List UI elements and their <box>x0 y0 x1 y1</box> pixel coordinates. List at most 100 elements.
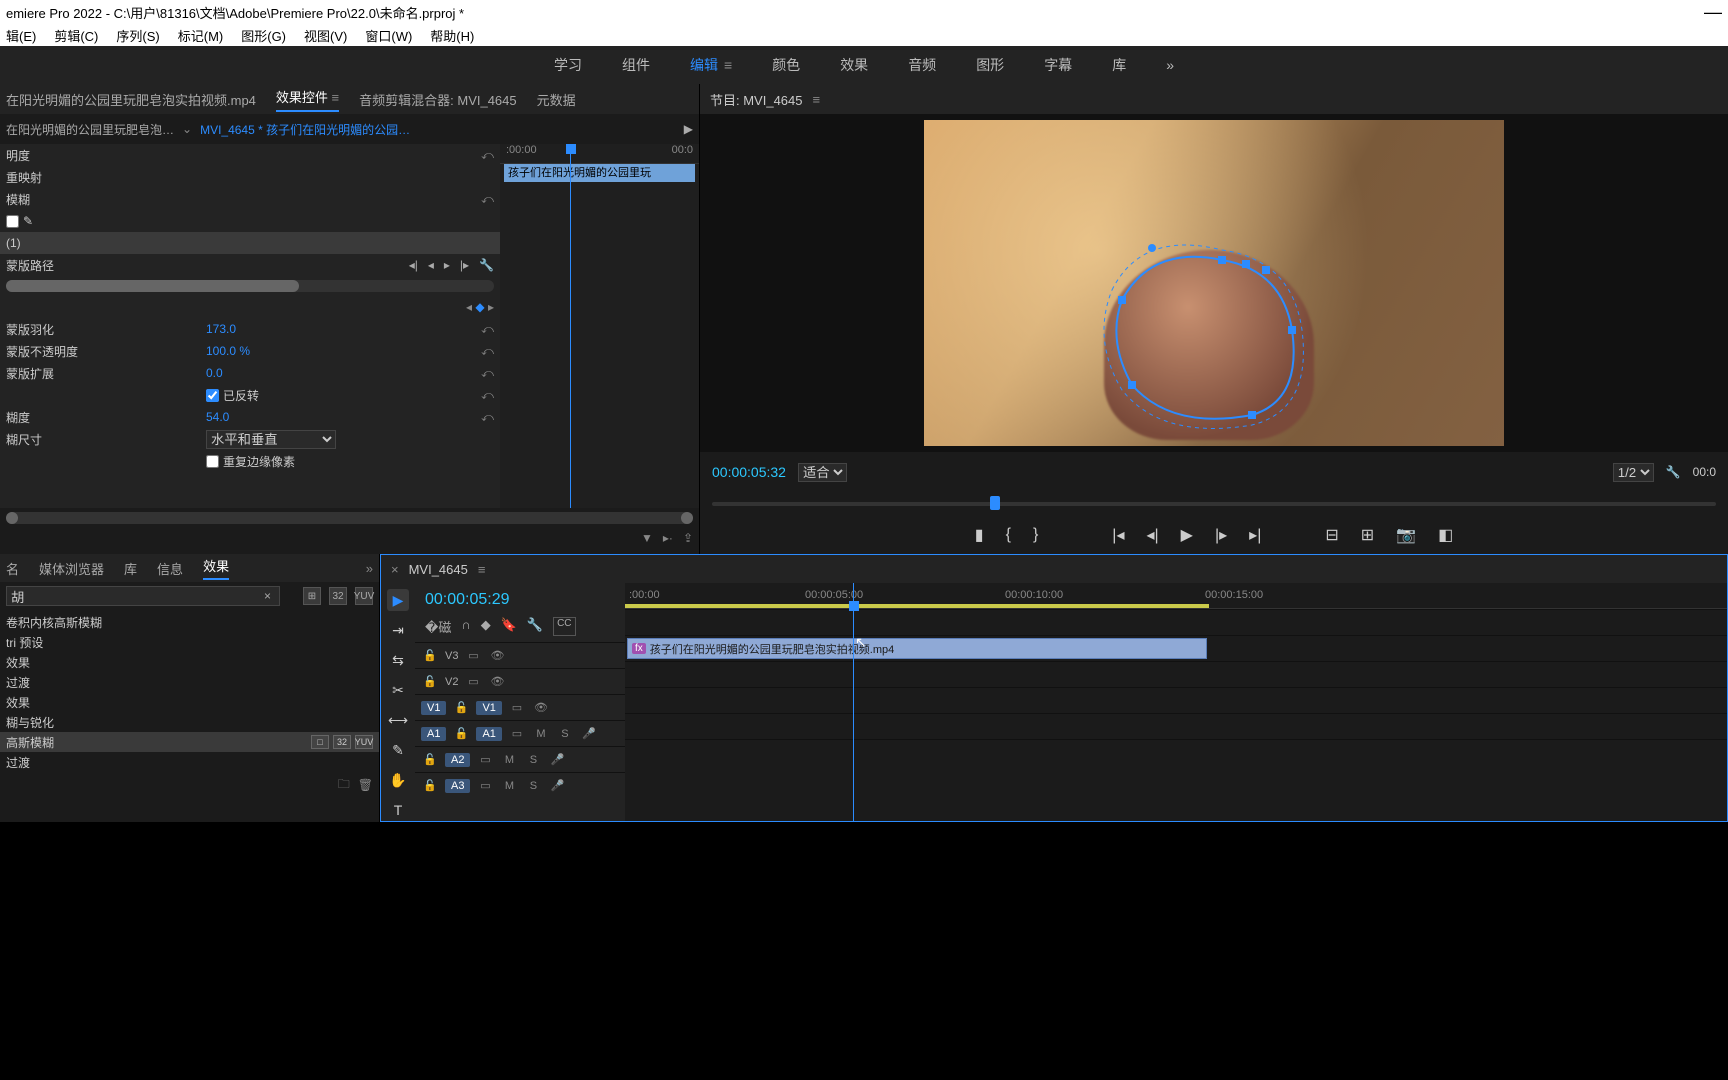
play-icon[interactable]: ▶ <box>684 122 693 136</box>
effects-tab[interactable]: 效果 <box>203 556 229 580</box>
clip[interactable]: fx孩子们在阳光明媚的公园里玩肥皂泡实拍视频.mp4 <box>627 638 1207 659</box>
menu-edit[interactable]: 辑(E) <box>6 26 36 45</box>
workspace-edit[interactable]: 编辑≡ <box>690 55 732 75</box>
track-a1-row[interactable] <box>625 687 1727 713</box>
tabs-overflow[interactable]: » <box>366 561 373 576</box>
settings-icon[interactable]: 🔧 <box>527 617 543 636</box>
lift-icon[interactable]: ⊟ <box>1325 525 1338 545</box>
prop-blurriness[interactable]: 糊度 <box>6 409 206 426</box>
marker-icon[interactable]: ◆ <box>481 617 491 636</box>
track-v2-row[interactable]: fx孩子们在阳光明媚的公园里玩肥皂泡实拍视频.mp4 ↖ <box>625 635 1727 661</box>
kf-prev-icon[interactable]: ◂| <box>409 258 418 272</box>
zoom-dropdown[interactable]: 1/2 <box>1613 463 1654 482</box>
menu-view[interactable]: 视图(V) <box>304 26 347 45</box>
sync-lock-icon[interactable]: ▭ <box>508 727 526 740</box>
program-scrubber[interactable] <box>700 492 1728 516</box>
go-to-in-icon[interactable]: |◂ <box>1112 525 1124 545</box>
slip-tool-icon[interactable]: ⟷ <box>387 709 409 731</box>
menu-window[interactable]: 窗口(W) <box>365 26 412 45</box>
workspace-learn[interactable]: 学习 <box>554 55 582 75</box>
fx-item[interactable]: 过渡 <box>0 672 379 692</box>
mask-overlay[interactable] <box>1102 240 1322 430</box>
track-v3-row[interactable] <box>625 609 1727 635</box>
workspace-overflow[interactable]: » <box>1166 57 1174 73</box>
track-header-a2[interactable]: 🔓A2▭MS🎤 <box>415 746 625 772</box>
step-back-icon[interactable]: ◂| <box>1146 525 1158 545</box>
reset-icon[interactable]: ⤺ <box>481 410 494 425</box>
ec-hscroll[interactable] <box>6 512 693 524</box>
track-select-tool-icon[interactable]: ⇥ <box>387 619 409 641</box>
workspace-color[interactable]: 颜色 <box>772 55 800 75</box>
reset-icon[interactable]: ⤺ <box>481 148 494 163</box>
mute-button[interactable]: M <box>500 780 518 792</box>
extract-icon[interactable]: ⊞ <box>1361 525 1374 545</box>
go-to-out-icon[interactable]: ▸| <box>1249 525 1261 545</box>
timeline-tracks[interactable]: :00:00 00:00:05:00 00:00:10:00 00:00:15:… <box>625 583 1727 821</box>
snap-icon[interactable]: �磁 <box>425 617 451 636</box>
prop-brightness[interactable]: 明度 <box>6 147 206 164</box>
panel-menu-icon[interactable]: ≡ <box>332 90 340 105</box>
metadata-tab[interactable]: 元数据 <box>537 90 576 109</box>
timeline-ruler[interactable]: :00:00 00:00:05:00 00:00:10:00 00:00:15:… <box>625 583 1727 609</box>
prop-remap[interactable]: 重映射 <box>6 169 206 186</box>
lock-icon[interactable]: 🔓 <box>421 753 439 766</box>
fx-badge-accel-icon[interactable]: ⊞ <box>303 587 321 605</box>
reset-icon[interactable]: ⤺ <box>481 192 494 207</box>
mute-button[interactable]: M <box>500 754 518 766</box>
audio-mixer-tab[interactable]: 音频剪辑混合器: MVI_4645 <box>359 90 517 109</box>
fx-item[interactable]: 效果 <box>0 692 379 712</box>
timeline-timecode[interactable]: 00:00:05:29 <box>415 583 625 617</box>
lock-icon[interactable]: 🔓 <box>421 779 439 792</box>
lock-icon[interactable]: 🔓 <box>421 675 439 688</box>
menu-sequence[interactable]: 序列(S) <box>116 26 159 45</box>
workspace-assembly[interactable]: 组件 <box>622 55 650 75</box>
sequence-clip-link[interactable]: MVI_4645 * 孩子们在阳光明媚的公园里… <box>200 121 420 138</box>
prop-blur[interactable]: 模糊 <box>6 191 206 208</box>
mask-track-scrollbar[interactable] <box>6 280 494 292</box>
clear-search-icon[interactable]: × <box>264 589 271 603</box>
kf-wrench-icon[interactable]: 🔧 <box>479 258 494 272</box>
val-mask-expand[interactable]: 0.0 <box>206 366 223 380</box>
fx-badge-32-icon[interactable]: 32 <box>329 587 347 605</box>
kf-next-frame-icon[interactable]: |▸ <box>460 258 469 272</box>
fx-item[interactable]: 卷积内核高斯模糊 <box>0 612 379 632</box>
prop-mask-path[interactable]: 蒙版路径 <box>6 257 206 274</box>
mic-icon[interactable]: 🎤 <box>580 727 598 740</box>
sync-lock-icon[interactable]: ▭ <box>508 701 526 714</box>
repeat-edge-checkbox[interactable] <box>206 455 219 468</box>
mic-icon[interactable]: 🎤 <box>548 779 566 792</box>
blur-dim-select[interactable]: 水平和垂直 <box>206 430 336 449</box>
source-tab[interactable]: 在阳光明媚的公园里玩肥皂泡实拍视频.mp4 <box>6 90 256 109</box>
mask-1[interactable]: (1) <box>6 236 206 250</box>
sync-lock-icon[interactable]: ▭ <box>464 649 482 662</box>
eye-icon[interactable]: 👁 <box>488 649 506 662</box>
hand-tool-icon[interactable]: ✋ <box>387 769 409 791</box>
toggle-icon[interactable]: ▸· <box>663 531 673 545</box>
chevron-down-icon[interactable]: ⌄ <box>182 122 192 136</box>
solo-button[interactable]: S <box>524 780 542 792</box>
comparison-icon[interactable]: ◧ <box>1438 525 1453 545</box>
program-viewport[interactable] <box>700 114 1728 452</box>
mic-icon[interactable]: 🎤 <box>548 753 566 766</box>
track-header-a3[interactable]: 🔓A3▭MS🎤 <box>415 772 625 798</box>
play-icon[interactable]: ▶ <box>1181 525 1193 545</box>
linked-icon[interactable]: ∩ <box>461 617 470 636</box>
reset-icon[interactable]: ⤺ <box>481 322 494 337</box>
menu-graphics[interactable]: 图形(G) <box>241 26 286 45</box>
razor-tool-icon[interactable]: ✂ <box>387 679 409 701</box>
workspace-audio[interactable]: 音频 <box>908 55 936 75</box>
val-blurriness[interactable]: 54.0 <box>206 410 229 424</box>
prop-mask-expand[interactable]: 蒙版扩展 <box>6 365 206 382</box>
mask-shape-checkbox[interactable] <box>6 215 19 228</box>
kf-prev-frame-icon[interactable]: ◂ <box>428 258 434 272</box>
val-mask-feather[interactable]: 173.0 <box>206 322 236 336</box>
project-tab[interactable]: 名 <box>6 559 19 578</box>
workspace-graphics[interactable]: 图形 <box>976 55 1004 75</box>
hamburger-icon[interactable]: ≡ <box>724 57 732 73</box>
prop-blur-dim[interactable]: 糊尺寸 <box>6 431 206 448</box>
ripple-tool-icon[interactable]: ⇆ <box>387 649 409 671</box>
export-icon[interactable]: ⇪ <box>683 531 693 545</box>
val-mask-opacity[interactable]: 100.0 % <box>206 344 250 358</box>
panel-menu-icon[interactable]: ≡ <box>813 92 821 107</box>
kf-play-icon[interactable]: ▸ <box>444 258 450 272</box>
